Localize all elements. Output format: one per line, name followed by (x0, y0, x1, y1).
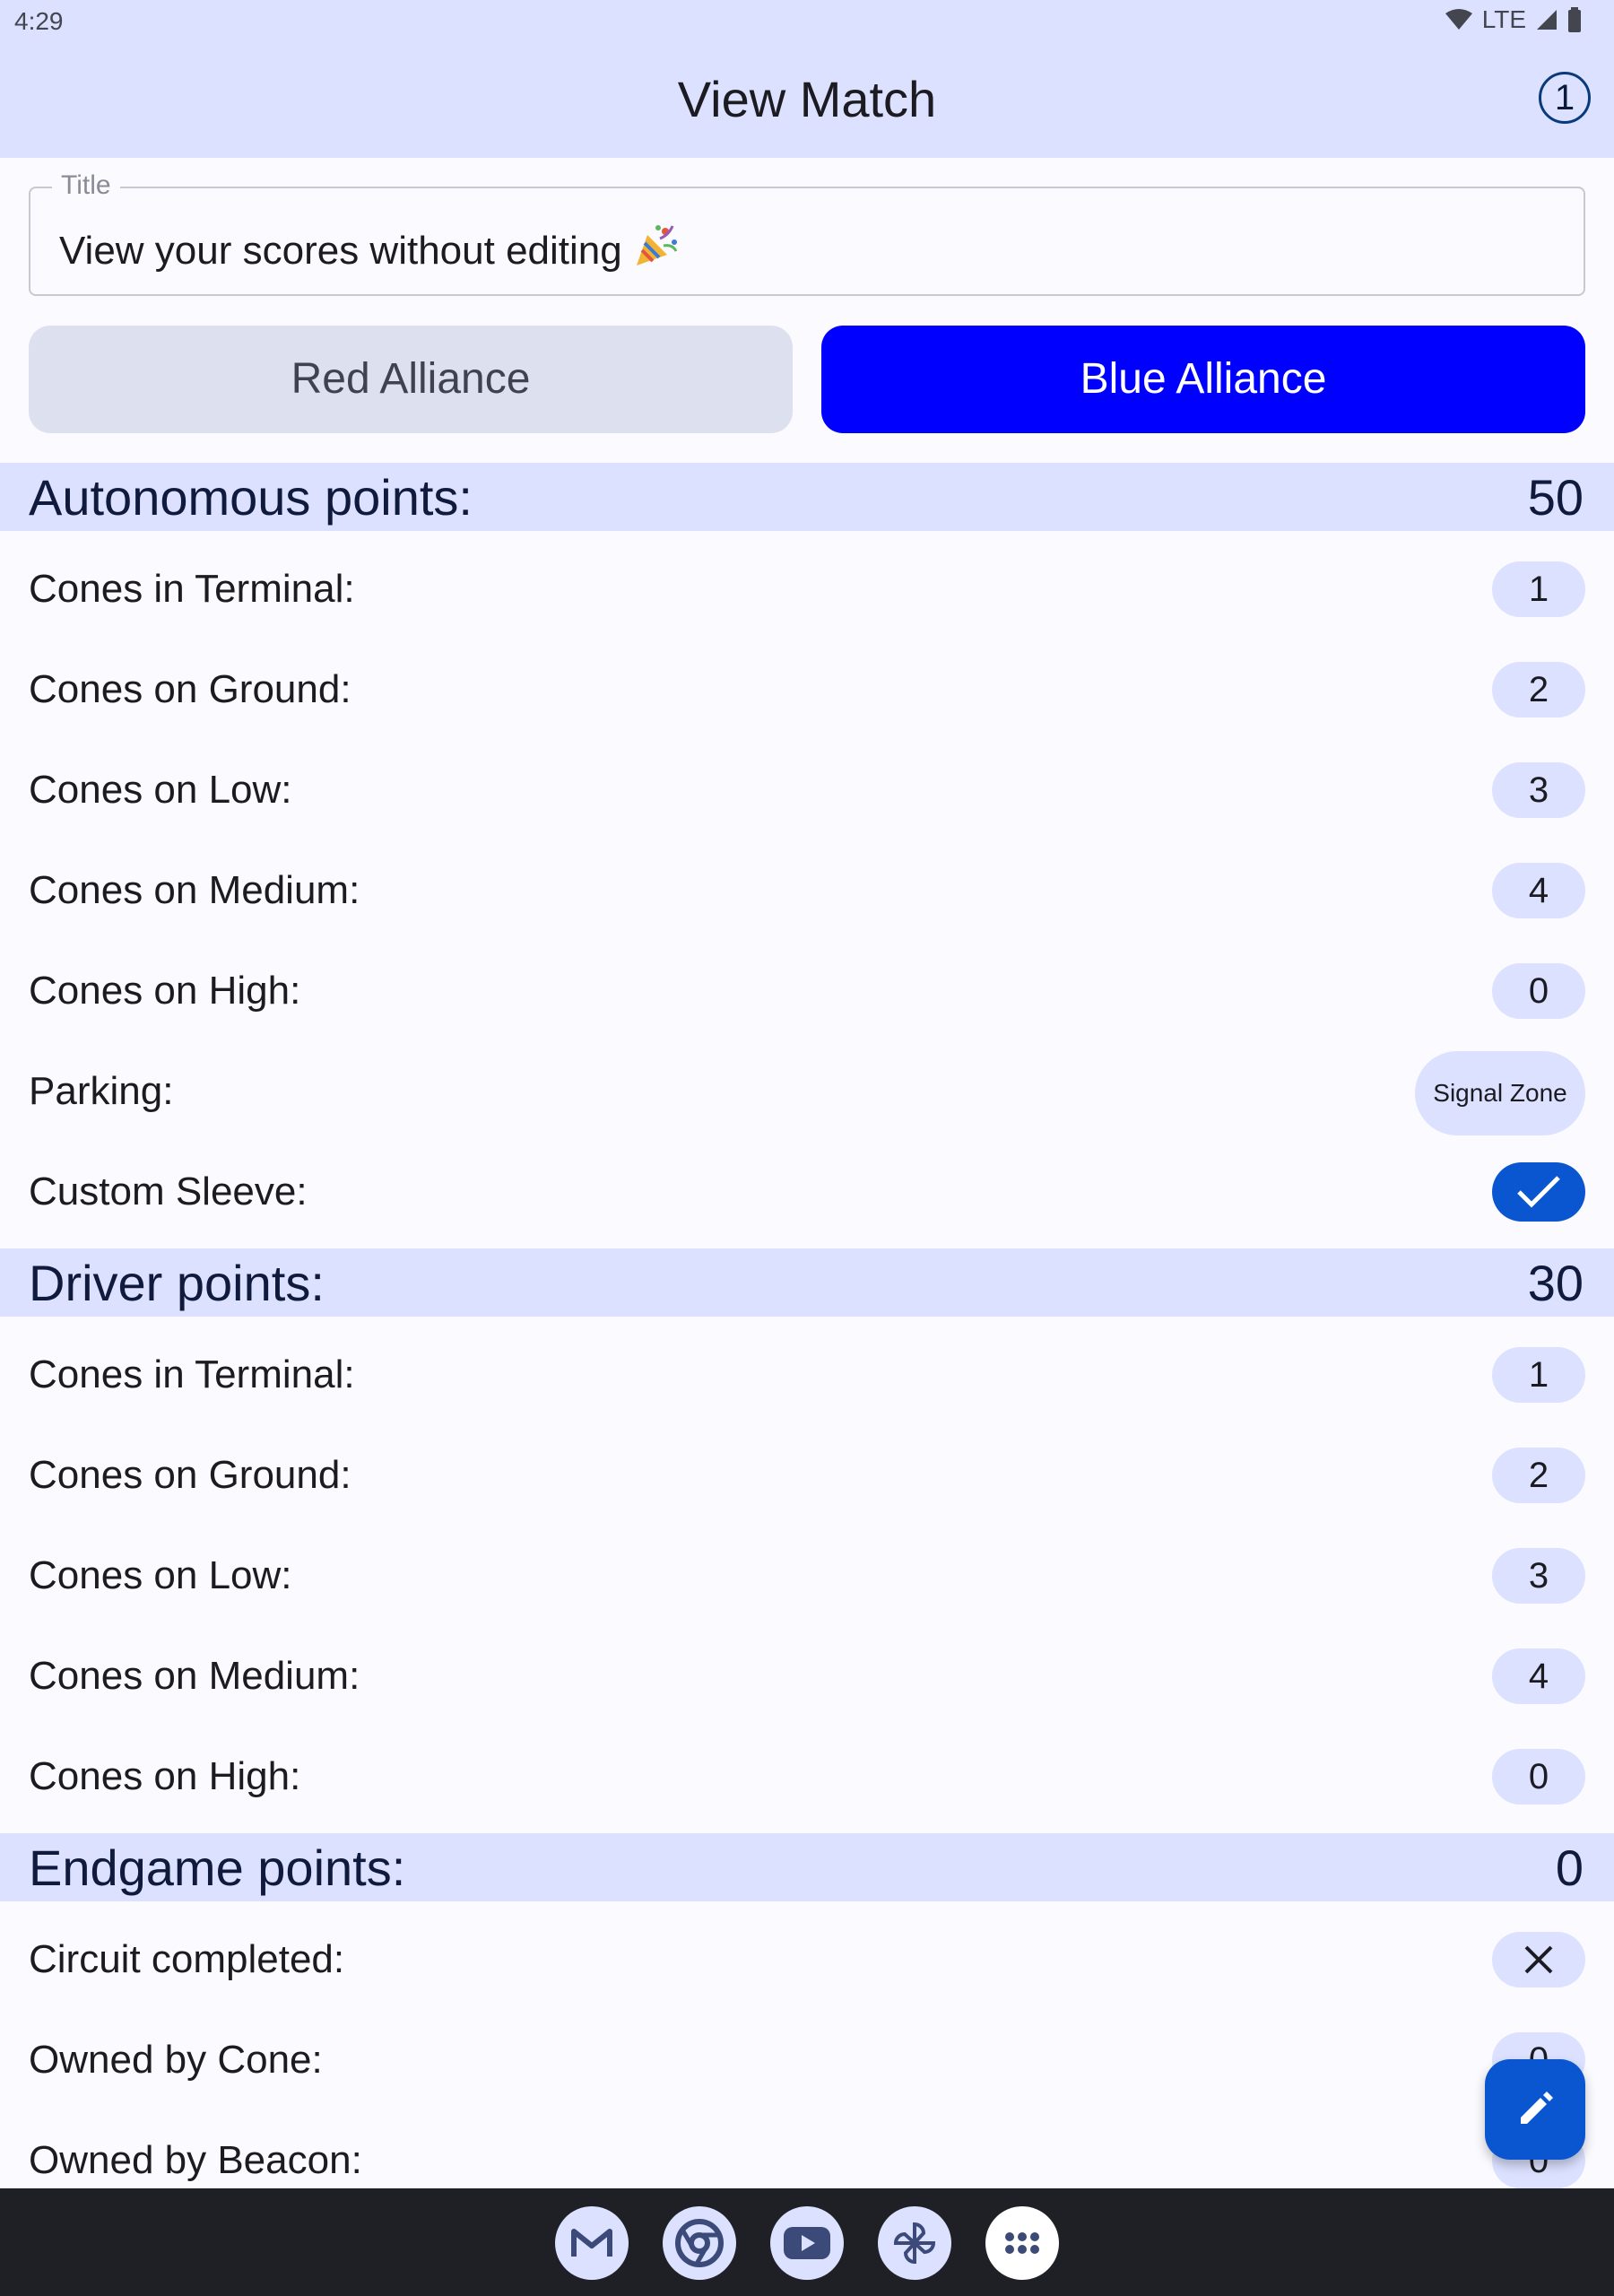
row-label: Circuit completed: (29, 1937, 345, 1981)
endgame-section-header: Endgame points: 0 (0, 1833, 1614, 1901)
row-label: Cones on Low: (29, 1553, 292, 1597)
title-field[interactable]: Title View your scores without editing (29, 170, 1585, 296)
app-drawer-icon[interactable] (985, 2206, 1059, 2280)
value-chip: 1 (1492, 561, 1585, 617)
section-title: Autonomous points: (29, 469, 473, 526)
app-bar: View Match 1 (0, 45, 1614, 158)
status-bar: 4:29 LTE (0, 0, 1614, 45)
value-chip: 2 (1492, 662, 1585, 718)
value-chip: 0 (1492, 963, 1585, 1019)
close-icon (1524, 1945, 1553, 1974)
row-label: Cones on Medium: (29, 868, 360, 912)
value-chip: 0 (1492, 1749, 1585, 1805)
list-item: Circuit completed: (0, 1909, 1614, 2009)
battery-icon (1568, 7, 1581, 32)
row-label: Cones on Low: (29, 768, 292, 812)
list-item: Cones on Low: 3 (0, 739, 1614, 839)
list-item: Cones on Low: 3 (0, 1525, 1614, 1625)
page-title: View Match (677, 71, 937, 127)
list-item: Cones on Medium: 4 (0, 1625, 1614, 1726)
list-item: Cones in Terminal: 1 (0, 538, 1614, 639)
section-title: Driver points: (29, 1255, 325, 1311)
row-label: Cones on High: (29, 969, 301, 1013)
section-total: 30 (1527, 1255, 1584, 1311)
section-total: 0 (1555, 1839, 1584, 1896)
check-icon (1517, 1176, 1560, 1208)
row-label: Parking: (29, 1069, 174, 1113)
section-total: 50 (1527, 469, 1584, 526)
list-item: Cones on Medium: 4 (0, 839, 1614, 940)
row-label: Cones in Terminal: (29, 1352, 355, 1396)
list-item: Cones on Ground: 2 (0, 1424, 1614, 1525)
value-chip: 4 (1492, 863, 1585, 918)
title-field-value: View your scores without editing (59, 228, 622, 273)
row-label: Cones on Ground: (29, 1453, 351, 1497)
driver-section-header: Driver points: 30 (0, 1248, 1614, 1317)
row-label: Cones in Terminal: (29, 567, 355, 611)
list-item: Cones on Ground: 2 (0, 639, 1614, 739)
row-label: Cones on Ground: (29, 667, 351, 711)
list-item: Owned by Cone: 0 (0, 2009, 1614, 2109)
red-alliance-button[interactable]: Red Alliance (29, 326, 793, 433)
value-chip: 4 (1492, 1648, 1585, 1704)
value-chip: 2 (1492, 1448, 1585, 1503)
value-chip: 3 (1492, 762, 1585, 818)
list-item: Custom Sleeve: (0, 1141, 1614, 1241)
section-title: Endgame points: (29, 1839, 406, 1896)
circuit-completed-chip (1492, 1932, 1585, 1987)
row-label: Custom Sleeve: (29, 1170, 308, 1213)
network-type: LTE (1481, 5, 1526, 33)
value-chip: 1 (1492, 1347, 1585, 1403)
list-item: Cones in Terminal: 1 (0, 1324, 1614, 1424)
row-label: Cones on High: (29, 1754, 301, 1798)
party-popper-icon (633, 222, 680, 279)
list-item: Parking: Signal Zone (0, 1040, 1614, 1141)
custom-sleeve-check (1492, 1162, 1585, 1222)
blue-alliance-button[interactable]: Blue Alliance (821, 326, 1585, 433)
title-field-label: Title (52, 170, 120, 201)
wifi-icon (1445, 9, 1472, 30)
value-chip: 3 (1492, 1548, 1585, 1604)
row-label: Owned by Cone: (29, 2038, 323, 2082)
chrome-icon[interactable] (663, 2206, 736, 2280)
youtube-icon[interactable] (770, 2206, 844, 2280)
status-time: 4:29 (14, 7, 64, 35)
autonomous-section-header: Autonomous points: 50 (0, 463, 1614, 531)
edit-button[interactable] (1485, 2059, 1585, 2160)
match-number-badge[interactable]: 1 (1539, 72, 1591, 124)
list-item: Cones on High: 0 (0, 940, 1614, 1040)
parking-chip: Signal Zone (1415, 1051, 1585, 1135)
row-label: Owned by Beacon: (29, 2138, 362, 2182)
system-dock (0, 2188, 1614, 2296)
row-label: Cones on Medium: (29, 1654, 360, 1698)
gmail-icon[interactable] (555, 2206, 629, 2280)
photos-icon[interactable] (878, 2206, 951, 2280)
list-item: Cones on High: 0 (0, 1726, 1614, 1826)
signal-icon (1537, 10, 1557, 30)
edit-pencil-icon (1521, 2092, 1553, 2124)
